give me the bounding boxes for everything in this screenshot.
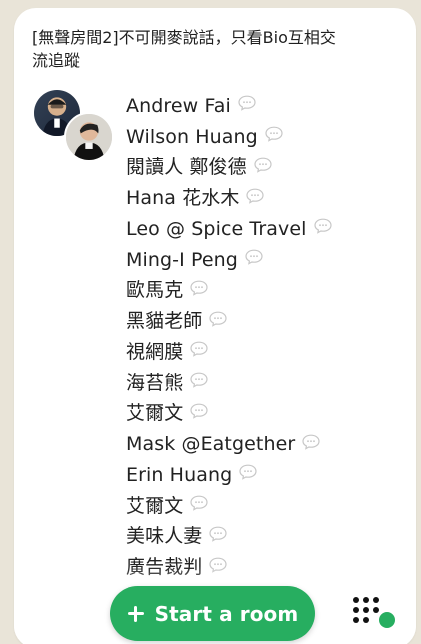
speaker-name: Erin Huang [126, 463, 233, 486]
online-status-icon [379, 612, 395, 628]
chat-bubble-icon [313, 218, 332, 235]
start-room-button[interactable]: Start a room [110, 586, 315, 641]
chat-bubble-icon [190, 341, 208, 358]
chat-bubble-icon [190, 280, 208, 296]
speaker-row[interactable]: Erin Huang [126, 460, 332, 491]
room-title: [無聲房間2]不可開麥說話，只看Bio互相交 流追蹤 [32, 28, 336, 70]
speaker-name: Leo @ Spice Travel [126, 217, 307, 240]
grid-dot [353, 597, 359, 603]
speaker-row[interactable]: 閱讀人 鄭俊德 [126, 153, 332, 184]
speaker-name: 視網膜 [126, 340, 184, 363]
start-room-label: Start a room [154, 601, 299, 626]
speaker-name: 美味人妻 [126, 525, 203, 548]
speaker-row[interactable]: Wilson Huang [126, 122, 332, 153]
speaker-name: 艾爾文 [126, 494, 184, 517]
grid-dots-button[interactable] [353, 597, 395, 631]
speaker-name: Mask @Eatgether [126, 433, 296, 456]
chat-bubble-icon [238, 95, 256, 112]
speaker-row[interactable]: 艾爾文 [126, 491, 332, 522]
speaker-name: 閱讀人 鄭俊德 [126, 156, 247, 179]
speaker-name: 廣告裁判 [126, 556, 203, 579]
chat-bubble-icon [209, 557, 228, 573]
room-card[interactable]: [無聲房間2]不可開麥說話，只看Bio互相交 流追蹤 Andrew Fai Wi… [14, 8, 416, 644]
speaker-name: 黑貓老師 [126, 310, 203, 333]
speaker-name: Ming-I Peng [126, 248, 238, 271]
chat-bubble-icon [190, 495, 208, 511]
speaker-row[interactable]: 海苔熊 [126, 368, 332, 399]
speaker-list: Andrew Fai Wilson Huang 閱讀人 鄭俊德 Hana 花水木 [126, 91, 332, 614]
speaker-name: 艾爾文 [126, 402, 184, 425]
speaker-name: Wilson Huang [126, 125, 258, 148]
speaker-row[interactable]: Andrew Fai [126, 91, 332, 122]
chat-bubble-icon [245, 249, 263, 265]
speaker-row[interactable]: Hana 花水木 [126, 183, 332, 214]
chat-bubble-icon [254, 157, 272, 173]
speaker-avatars [32, 88, 114, 162]
chat-bubble-icon [190, 372, 208, 388]
avatar [64, 112, 114, 162]
app-screen: [無聲房間2]不可開麥說話，只看Bio互相交 流追蹤 Andrew Fai Wi… [0, 0, 421, 644]
speaker-name: Hana 花水木 [126, 187, 240, 210]
speaker-name: Andrew Fai [126, 94, 231, 117]
speaker-row[interactable]: 黑貓老師 [126, 306, 332, 337]
speaker-name: 歐馬克 [126, 279, 184, 302]
speaker-row[interactable]: 歐馬克 [126, 276, 332, 307]
speaker-row[interactable]: 廣告裁判 [126, 552, 332, 583]
chat-bubble-icon [302, 434, 320, 450]
speaker-row[interactable]: Ming-I Peng [126, 245, 332, 276]
grid-dot [363, 607, 369, 613]
chat-bubble-icon [239, 464, 257, 481]
speaker-row[interactable]: 艾爾文 [126, 399, 332, 430]
speaker-row[interactable]: 視網膜 [126, 337, 332, 368]
chat-bubble-icon [190, 403, 208, 419]
grid-dot [353, 617, 359, 623]
chat-bubble-icon [209, 311, 228, 327]
plus-icon [127, 605, 145, 623]
speaker-row[interactable]: Mask @Eatgether [126, 429, 332, 460]
speaker-row[interactable]: Leo @ Spice Travel [126, 214, 332, 245]
chat-bubble-icon [209, 526, 228, 542]
grid-dot [353, 607, 359, 613]
speaker-row[interactable]: 美味人妻 [126, 522, 332, 553]
grid-dot [363, 597, 369, 603]
chat-bubble-icon [246, 188, 265, 204]
speaker-name: 海苔熊 [126, 371, 184, 394]
grid-dot [363, 617, 369, 623]
grid-dot [373, 607, 379, 613]
grid-dot [373, 597, 379, 603]
chat-bubble-icon [265, 126, 283, 142]
